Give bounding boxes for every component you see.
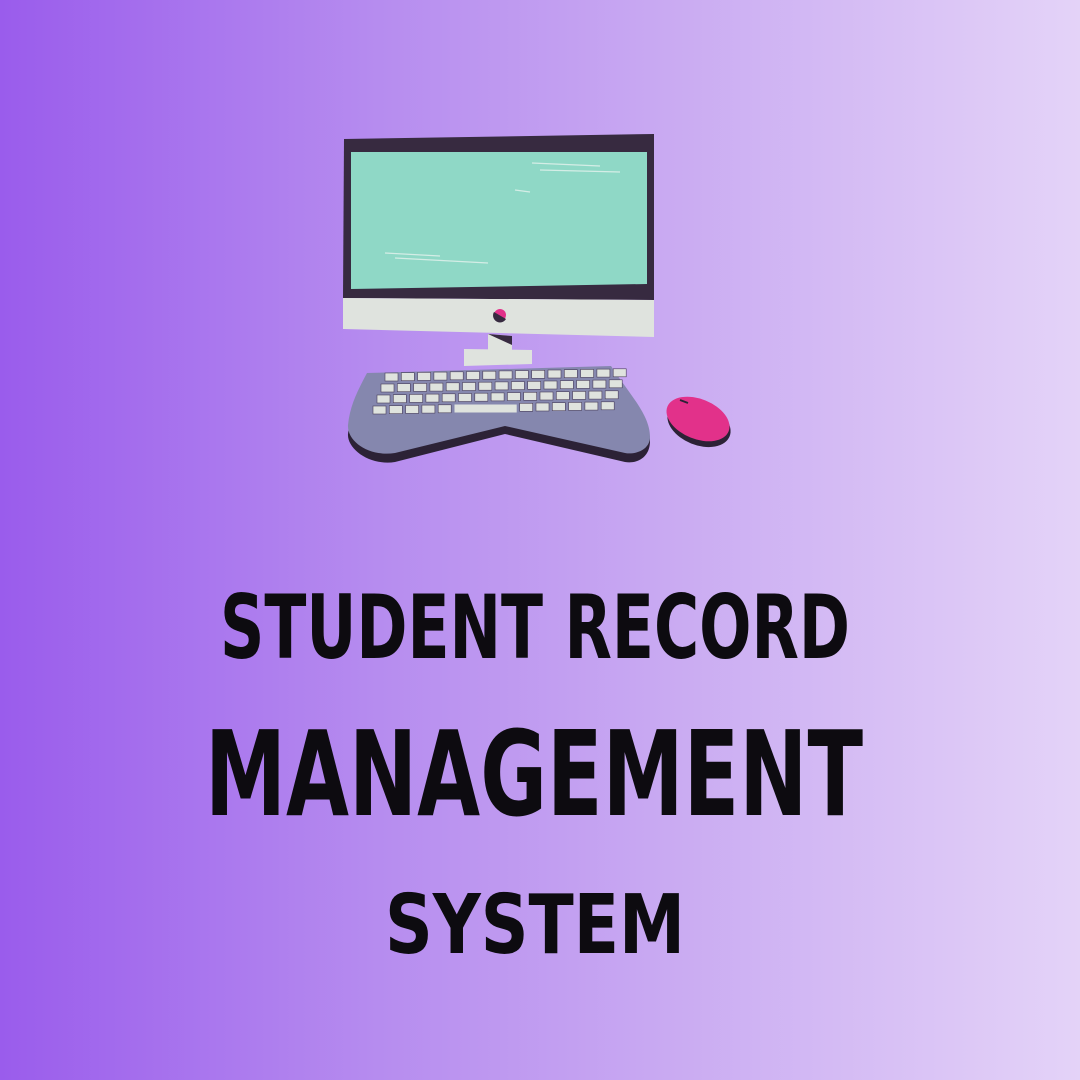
- title-line-3: SYSTEM: [385, 878, 685, 973]
- title-line-2: MANAGEMENT: [205, 705, 863, 843]
- title-line-1: STUDENT RECORD: [220, 576, 850, 679]
- poster: STUDENT RECORD MANAGEMENT SYSTEM: [0, 0, 1080, 1080]
- title-block: STUDENT RECORD MANAGEMENT SYSTEM: [205, 576, 863, 973]
